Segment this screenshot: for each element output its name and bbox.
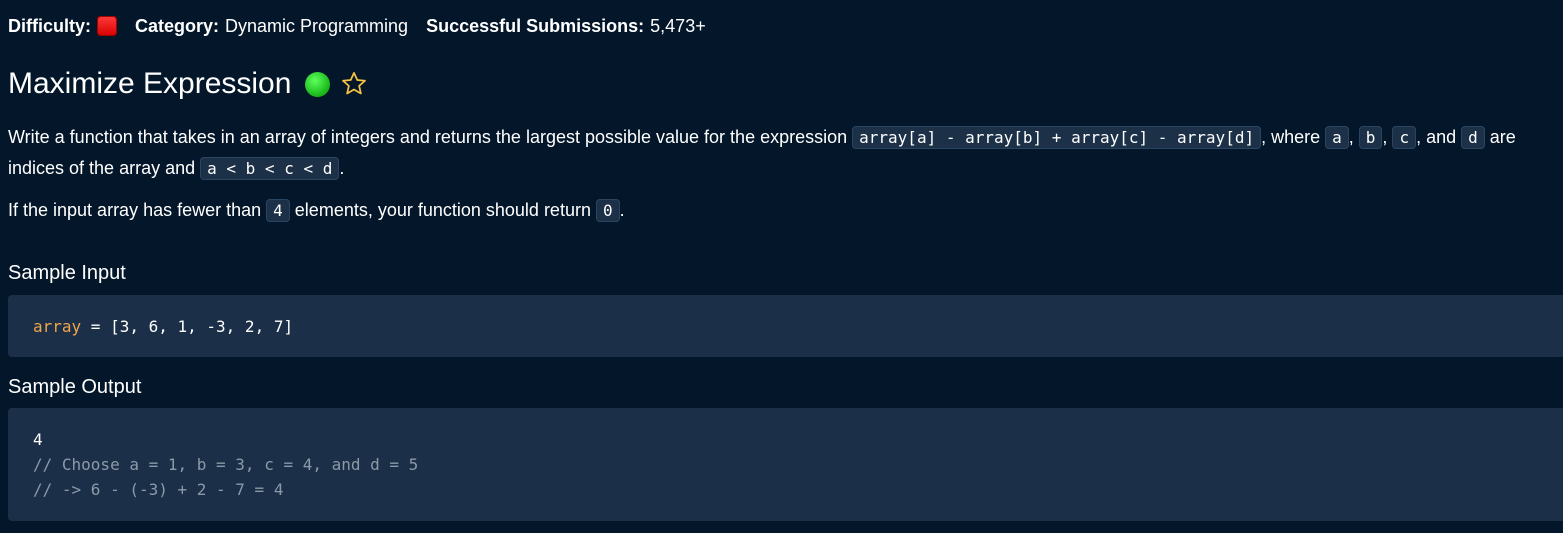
submissions-group: Successful Submissions: 5,473+ [426, 16, 706, 37]
description-text: . [339, 158, 345, 178]
description-text: Write a function that takes in an array … [8, 127, 853, 147]
description-text: . [619, 200, 625, 220]
category-value: Dynamic Programming [225, 15, 409, 36]
output-comment-line: // Choose a = 1, b = 3, c = 4, and d = 5 [33, 455, 419, 474]
title-row: Maximize Expression [8, 64, 368, 104]
difficulty-label: Difficulty: [8, 15, 91, 36]
inline-code-zero: 0 [595, 199, 620, 222]
variable-name: array [33, 317, 82, 336]
inline-code-four: 4 [266, 199, 290, 222]
star-outline-icon[interactable] [340, 70, 368, 98]
problem-title: Maximize Expression [8, 67, 292, 100]
description-paragraph-2: If the input array has fewer than 4 elem… [8, 195, 1553, 226]
sample-output-heading: Sample Output [8, 376, 142, 398]
output-comment-line: // -> 6 - (-3) + 2 - 7 = 4 [33, 480, 284, 499]
difficulty-hard-icon [97, 16, 117, 36]
inline-code-d: d [1461, 126, 1485, 149]
problem-page: Difficulty: Category: Dynamic Programmin… [0, 0, 1563, 533]
category-label: Category: [135, 15, 220, 36]
description-text: , and [1416, 127, 1462, 147]
inline-code-a: a [1325, 126, 1349, 149]
output-value-line: 4 [33, 430, 43, 449]
sample-input-heading: Sample Input [8, 262, 126, 284]
description-paragraph-1: Write a function that takes in an array … [8, 122, 1553, 184]
description-text: , where [1261, 127, 1326, 147]
category-group: Category: Dynamic Programming [135, 16, 408, 37]
description-text: If the input array has fewer than [8, 200, 267, 220]
sample-output-code-block: 4 // Choose a = 1, b = 3, c = 4, and d =… [8, 408, 1563, 521]
inline-code-c: c [1392, 126, 1417, 149]
inline-code-order: a < b < c < d [200, 157, 340, 180]
difficulty-group: Difficulty: [8, 16, 117, 37]
inline-code-expression: array[a] - array[b] + array[c] - array[d… [852, 126, 1262, 149]
inline-code-b: b [1358, 126, 1383, 149]
description-text: , [1348, 127, 1359, 147]
variable-assignment: = [3, 6, 1, -3, 2, 7] [81, 317, 294, 336]
description-text: elements, your function should return [289, 200, 596, 220]
code-line: array = [3, 6, 1, -3, 2, 7] [33, 314, 1563, 339]
problem-meta-bar: Difficulty: Category: Dynamic Programmin… [8, 14, 724, 38]
description-text: , [1382, 127, 1393, 147]
submissions-value: 5,473+ [650, 15, 706, 36]
sample-input-code-block: array = [3, 6, 1, -3, 2, 7] [8, 295, 1563, 357]
submissions-label: Successful Submissions: [426, 15, 645, 36]
completed-status-icon [305, 71, 331, 97]
